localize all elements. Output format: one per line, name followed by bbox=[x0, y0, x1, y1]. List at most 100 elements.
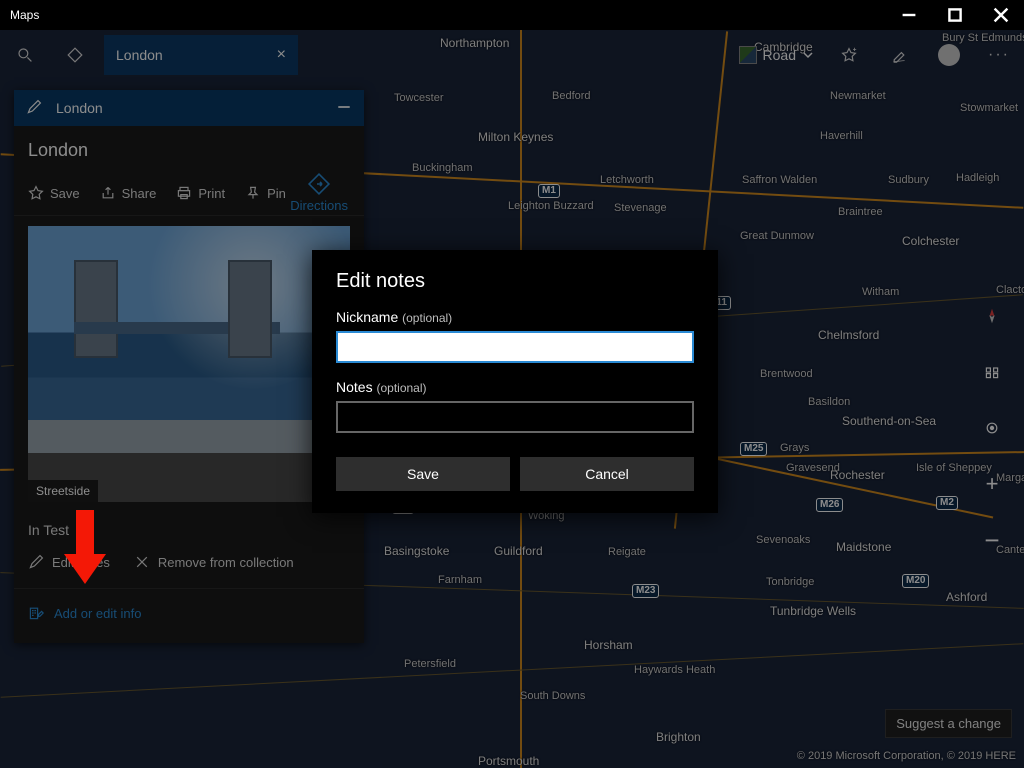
map-city-label: Basildon bbox=[808, 396, 850, 408]
pin-label: Pin bbox=[267, 186, 286, 201]
map-city-label: Milton Keynes bbox=[478, 130, 553, 144]
map-city-label: Newmarket bbox=[830, 90, 886, 102]
zoom-in-button[interactable]: + bbox=[972, 468, 1012, 500]
map-city-label: Witham bbox=[862, 286, 899, 298]
place-title: London bbox=[14, 126, 364, 167]
ink-icon[interactable] bbox=[874, 30, 924, 80]
streetside-badge: Streetside bbox=[28, 480, 98, 502]
map-city-label: Buckingham bbox=[412, 162, 473, 174]
zoom-out-button[interactable]: − bbox=[972, 524, 1012, 556]
map-city-label: Ashford bbox=[946, 590, 987, 604]
map-city-label: Tonbridge bbox=[766, 576, 814, 588]
add-info-label: Add or edit info bbox=[54, 606, 141, 621]
map-city-label: Chelmsford bbox=[818, 328, 879, 342]
dialog-save-button[interactable]: Save bbox=[336, 457, 510, 491]
nickname-label: Nickname bbox=[336, 309, 398, 325]
account-avatar[interactable] bbox=[924, 30, 974, 80]
place-photo[interactable] bbox=[28, 226, 350, 420]
map-city-label: Petersfield bbox=[404, 658, 456, 670]
map-city-label: Grays bbox=[780, 442, 809, 454]
motorway-shield: M2 bbox=[936, 496, 958, 510]
window-minimize-button[interactable] bbox=[886, 0, 932, 30]
edit-notes-dialog: Edit notes Nickname (optional) Notes (op… bbox=[312, 250, 718, 513]
map-city-label: Sevenoaks bbox=[756, 534, 810, 546]
motorway-shield: M1 bbox=[538, 184, 560, 198]
map-city-label: Haywards Heath bbox=[634, 664, 715, 676]
map-city-label: Saffron Walden bbox=[742, 174, 817, 186]
print-button[interactable]: Print bbox=[176, 185, 225, 201]
place-header: London bbox=[14, 90, 364, 126]
share-button[interactable]: Share bbox=[100, 185, 157, 201]
nickname-input[interactable] bbox=[336, 331, 694, 363]
map-city-label: Southend-on-Sea bbox=[842, 414, 936, 428]
map-city-label: Bedford bbox=[552, 90, 591, 102]
motorway-shield: M26 bbox=[816, 498, 843, 512]
map-city-label: Maidstone bbox=[836, 540, 891, 554]
map-city-label: Brighton bbox=[656, 730, 701, 744]
map-city-label: Towcester bbox=[394, 92, 444, 104]
map-city-label: Reigate bbox=[608, 546, 646, 558]
pencil-icon bbox=[28, 554, 44, 570]
map-controls: + − bbox=[972, 300, 1012, 556]
map-city-label: Colchester bbox=[902, 234, 959, 248]
window-maximize-button[interactable] bbox=[932, 0, 978, 30]
map-city-label: Great Dunmow bbox=[740, 230, 814, 242]
compass-button[interactable] bbox=[972, 300, 1012, 332]
place-header-title: London bbox=[56, 100, 103, 116]
search-icon[interactable] bbox=[0, 30, 50, 80]
map-city-label: Letchworth bbox=[600, 174, 654, 186]
nickname-optional: (optional) bbox=[402, 311, 452, 325]
minimize-panel-icon[interactable] bbox=[336, 99, 352, 118]
directions-button[interactable]: Directions bbox=[290, 172, 348, 213]
map-city-label: Rochester bbox=[830, 468, 885, 482]
suggest-change-button[interactable]: Suggest a change bbox=[885, 709, 1012, 738]
tilt-button[interactable] bbox=[972, 356, 1012, 388]
save-label: Save bbox=[50, 186, 80, 201]
map-copyright: © 2019 Microsoft Corporation, © 2019 HER… bbox=[797, 750, 1016, 762]
window-close-button[interactable] bbox=[978, 0, 1024, 30]
map-city-label: Leighton Buzzard bbox=[508, 200, 594, 212]
map-style-label: Road bbox=[763, 47, 796, 63]
notes-input[interactable] bbox=[336, 401, 694, 433]
print-label: Print bbox=[198, 186, 225, 201]
save-button[interactable]: Save bbox=[28, 185, 80, 201]
map-city-label: Stowmarket bbox=[960, 102, 1018, 114]
saved-places-icon[interactable] bbox=[824, 30, 874, 80]
map-city-label: Stevenage bbox=[614, 202, 667, 214]
map-city-label: Sudbury bbox=[888, 174, 929, 186]
directions-label: Directions bbox=[290, 198, 348, 213]
directions-diamond-icon bbox=[307, 172, 331, 196]
motorway-shield: M25 bbox=[740, 442, 767, 456]
map-city-label: Portsmouth bbox=[478, 754, 539, 768]
building-edit-icon bbox=[28, 605, 44, 621]
add-or-edit-info-link[interactable]: Add or edit info bbox=[14, 589, 364, 625]
print-icon bbox=[176, 185, 192, 201]
map-city-label: Haverhill bbox=[820, 130, 863, 142]
map-city-label: Horsham bbox=[584, 638, 633, 652]
pin-icon bbox=[245, 185, 261, 201]
notes-label: Notes bbox=[336, 379, 373, 395]
annotation-arrow bbox=[64, 510, 106, 590]
map-city-label: Tunbridge Wells bbox=[770, 604, 856, 618]
app-title: Maps bbox=[10, 8, 39, 22]
map-style-dropdown[interactable]: Road bbox=[729, 30, 824, 80]
search-result-pill[interactable]: London × bbox=[104, 35, 298, 75]
directions-icon[interactable] bbox=[50, 30, 100, 80]
search-text: London bbox=[116, 47, 163, 63]
motorway-shield: M23 bbox=[632, 584, 659, 598]
x-icon bbox=[134, 554, 150, 570]
pin-button[interactable]: Pin bbox=[245, 185, 286, 201]
streetside-photo[interactable]: Streetside bbox=[28, 420, 350, 502]
locate-me-button[interactable] bbox=[972, 412, 1012, 444]
more-icon[interactable]: ··· bbox=[974, 30, 1024, 80]
dialog-title: Edit notes bbox=[336, 270, 694, 293]
remove-from-collection-button[interactable]: Remove from collection bbox=[134, 554, 294, 570]
dialog-cancel-button[interactable]: Cancel bbox=[520, 457, 694, 491]
clear-search-icon[interactable]: × bbox=[277, 46, 286, 64]
map-city-label: Guildford bbox=[494, 544, 543, 558]
remove-label: Remove from collection bbox=[158, 555, 294, 570]
share-label: Share bbox=[122, 186, 157, 201]
star-icon bbox=[28, 185, 44, 201]
share-icon bbox=[100, 185, 116, 201]
motorway-shield: M20 bbox=[902, 574, 929, 588]
